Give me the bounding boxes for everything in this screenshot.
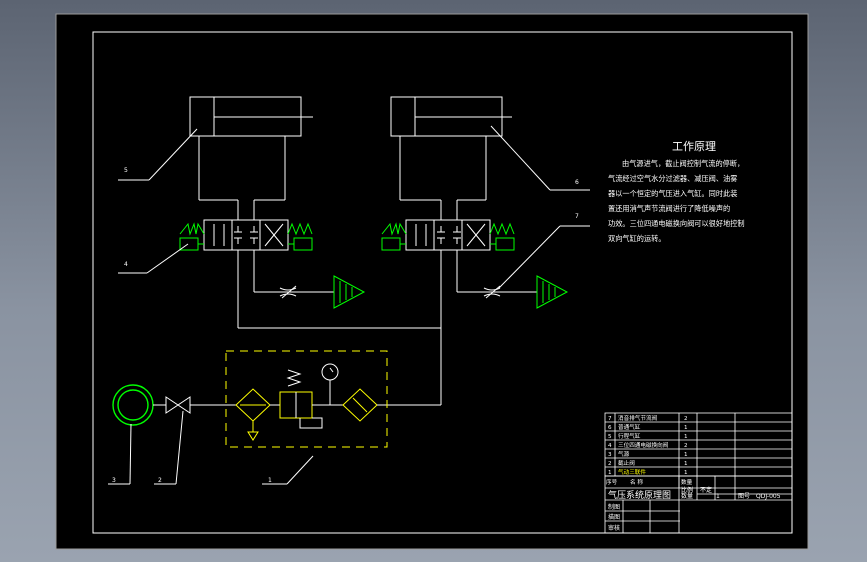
work-principle-line: 双向气缸的运转。 [608,234,666,243]
bom-row-name: 气动三联件 [618,468,646,476]
scale-value: 不定 [700,486,712,494]
count-label: 数量 [681,492,693,500]
approver-label: 审核 [608,524,620,532]
bom-row-name: 气源 [618,450,630,458]
code-value: QDJ-005 [756,493,781,500]
bom-row-name: 消音排气节流阀 [618,414,658,422]
leader-number-1: 1 [268,477,272,484]
bom-row-no: 7 [608,416,612,422]
bom-header-qty: 数量 [681,478,693,486]
bom-row-no: 2 [608,461,612,467]
bom-row-name: 普通气缸 [618,423,641,431]
bom-header-name: 名 称 [630,478,643,486]
bom-row-name: 截止阀 [618,459,635,467]
bom-row-no: 3 [608,452,612,458]
leader-number-5: 5 [124,167,128,174]
bom-row-no: 5 [608,434,612,440]
bom-row-no: 1 [608,470,612,476]
count-value: 1 [716,493,720,500]
bom-row-qty: 1 [684,452,688,458]
bom-row-name: 行程气缸 [618,432,641,440]
drawing-name: 气压系统原理图 [608,489,671,501]
code-label: 图号 [738,493,750,500]
drawing-sheet [55,13,809,550]
bom-row-no: 4 [608,443,612,449]
designer-label: 制图 [608,503,620,511]
work-principle-line: 置还用消气声节流阀进行了降低噪声的 [608,204,730,213]
work-principle-title: 工作原理 [672,140,716,153]
leader-number-7: 7 [575,213,579,220]
bom-row-qty: 2 [684,443,688,449]
bom-row-no: 6 [608,425,612,431]
bom-row-name: 三位四通电磁换向阀 [618,441,669,449]
work-principle-line: 由气源进气，截止阀控制气流的停断， [622,159,744,168]
bom-row-qty: 1 [684,425,688,431]
work-principle-line: 器以一个恒定的气压进入气缸。同时此装 [608,189,737,198]
leader-number-4: 4 [124,261,128,268]
drawing-canvas: 5 4 6 7 3 2 1 工作原理 由气源进气，截止阀控制气流的停断， 气流经… [55,13,809,550]
leader-number-3: 3 [112,477,116,484]
bom-row-qty: 1 [684,461,688,467]
bom-row-qty: 1 [684,434,688,440]
leader-number-2: 2 [158,477,162,484]
bom-row-qty: 1 [684,470,688,476]
bom-row-qty: 2 [684,416,688,422]
work-principle-line: 气流经过空气水分过滤器、减压阀、油雾 [608,174,737,183]
leader-number-6: 6 [575,179,579,186]
bom-header-no: 序号 [606,478,618,486]
work-principle-line: 功效。三位四通电磁换向阀可以很好地控制 [608,219,745,228]
checker-label: 描图 [608,513,620,521]
